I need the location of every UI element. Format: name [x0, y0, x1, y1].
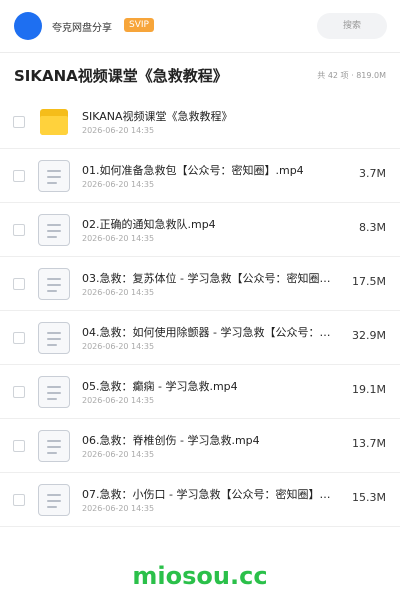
top-bar: 夸克网盘分享 SVIP 搜索 [0, 0, 400, 52]
avatar[interactable] [14, 12, 42, 40]
document-icon [38, 160, 70, 192]
file-name: 06.急救：脊椎创伤 - 学习急救.mp4 [82, 434, 260, 447]
file-name: 05.急救：癫痫 - 学习急救.mp4 [82, 380, 238, 393]
file-date: 2026-06-20 14:35 [82, 504, 155, 513]
select-checkbox[interactable] [13, 494, 25, 506]
folder-meta: 共 42 项 · 819.0M [317, 71, 386, 80]
select-checkbox[interactable] [13, 278, 25, 290]
list-item[interactable]: 05.急救：癫痫 - 学习急救.mp4 2026-06-20 14:35 19.1M [0, 365, 400, 419]
file-date: 2026-06-20 14:35 [82, 126, 155, 135]
footer: miosou.cc [0, 548, 400, 600]
document-icon [38, 214, 70, 246]
file-date: 2026-06-20 14:35 [82, 396, 155, 405]
list-item[interactable]: 06.急救：脊椎创伤 - 学习急救.mp4 2026-06-20 14:35 13.… [0, 419, 400, 473]
watermark-logo: miosou.cc [132, 562, 268, 590]
file-size: 17.5M [352, 275, 386, 288]
document-icon [38, 376, 70, 408]
document-icon [38, 430, 70, 462]
file-date: 2026-06-20 14:35 [82, 288, 155, 297]
list-item[interactable]: 02.正确的通知急救队.mp4 2026-06-20 14:35 8.3M [0, 203, 400, 257]
file-size: 15.3M [352, 491, 386, 504]
list-item[interactable]: 07.急救：小伤口 - 学习急救【公众号：密知圈】… 2026-06-20 14:… [0, 473, 400, 527]
file-date: 2026-06-20 14:35 [82, 234, 155, 243]
list-item[interactable]: SIKANA视频课堂《急救教程》 2026-06-20 14:35 [0, 95, 400, 149]
sharer-name: 夸克网盘分享 [52, 23, 112, 34]
list-item[interactable]: 01.如何准备急救包【公众号：密知圈】.mp4 2026-06-20 14:35 3… [0, 149, 400, 203]
file-name: 04.急救：如何使用除颤器 - 学习急救【公众号：… [82, 326, 331, 339]
select-checkbox[interactable] [13, 224, 25, 236]
file-name: 02.正确的通知急救队.mp4 [82, 218, 216, 231]
list-item[interactable]: 03.急救：复苏体位 - 学习急救【公众号：密知圈… 2026-06-20 14:… [0, 257, 400, 311]
folder-icon [40, 109, 68, 135]
file-date: 2026-06-20 14:35 [82, 342, 155, 351]
select-checkbox[interactable] [13, 170, 25, 182]
file-date: 2026-06-20 14:35 [82, 180, 155, 189]
header-divider [0, 52, 400, 53]
document-icon [38, 268, 70, 300]
svip-badge: SVIP [124, 18, 154, 32]
search-input[interactable]: 搜索 [317, 13, 387, 39]
file-name: 03.急救：复苏体位 - 学习急救【公众号：密知圈… [82, 272, 331, 285]
file-name: SIKANA视频课堂《急救教程》 [82, 110, 233, 123]
file-size: 19.1M [352, 383, 386, 396]
select-checkbox[interactable] [13, 440, 25, 452]
file-date: 2026-06-20 14:35 [82, 450, 155, 459]
select-checkbox[interactable] [13, 386, 25, 398]
select-checkbox[interactable] [13, 116, 25, 128]
file-size: 13.7M [352, 437, 386, 450]
document-icon [38, 322, 70, 354]
document-icon [38, 484, 70, 516]
file-name: 01.如何准备急救包【公众号：密知圈】.mp4 [82, 164, 304, 177]
folder-title: SIKANA视频课堂《急救教程》 [14, 67, 228, 85]
file-name: 07.急救：小伤口 - 学习急救【公众号：密知圈】… [82, 488, 331, 501]
file-size: 3.7M [359, 167, 386, 180]
file-size: 8.3M [359, 221, 386, 234]
list-item[interactable]: 04.急救：如何使用除颤器 - 学习急救【公众号：… 2026-06-20 14:… [0, 311, 400, 365]
select-checkbox[interactable] [13, 332, 25, 344]
file-size: 32.9M [352, 329, 386, 342]
